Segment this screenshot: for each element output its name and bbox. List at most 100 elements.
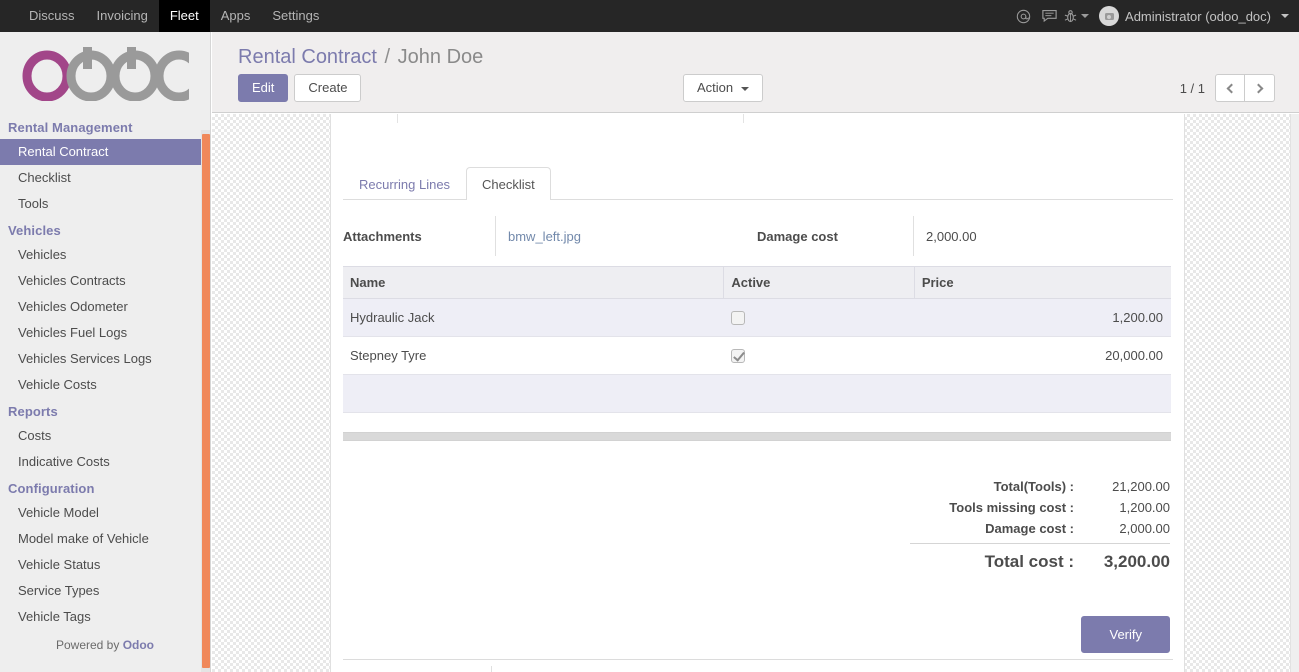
sidebar-item-tools[interactable]: Tools [0, 191, 210, 217]
breadcrumb-separator: / [384, 46, 391, 68]
app-menu-discuss[interactable]: Discuss [18, 0, 86, 32]
pager-buttons [1215, 74, 1275, 102]
damage-cost-value: 2,000.00 [913, 216, 1171, 256]
total-value: 3,200.00 [1103, 552, 1170, 571]
table-scrollbar-thumb[interactable] [343, 433, 1171, 440]
verify-button[interactable]: Verify [1081, 616, 1170, 653]
avatar [1099, 6, 1120, 26]
checklist-table: Name Active Price Hydraulic Jack 1,200.00 St… [343, 266, 1171, 413]
sidebar: Rental Management Rental Contract Checklis… [0, 32, 211, 672]
bug-icon[interactable] [1062, 0, 1091, 32]
form-group-separator [743, 114, 744, 123]
sidebar-item-service-types[interactable]: Service Types [0, 578, 210, 604]
app-menu-list: Discuss Invoicing Fleet Apps Settings [18, 0, 330, 32]
chevron-right-icon [1253, 83, 1263, 93]
breadcrumb-root-link[interactable]: Rental Contract [238, 46, 377, 68]
sidebar-section-reports: Reports [8, 404, 58, 419]
pager-previous-button[interactable] [1215, 74, 1245, 102]
breadcrumb-current: John Doe [397, 46, 484, 68]
column-header-name[interactable]: Name [343, 266, 724, 299]
column-header-price[interactable]: Price [913, 266, 1171, 299]
action-menu: Action [683, 74, 763, 102]
speech-bubble-icon[interactable] [1036, 0, 1062, 32]
checkbox-checked[interactable] [730, 349, 745, 364]
table-header-row: Name Active Price [343, 266, 1171, 299]
tab-recurring-lines[interactable]: Recurring Lines [343, 167, 466, 200]
sidebar-item-costs[interactable]: Costs [0, 423, 210, 449]
cell-name: Hydraulic Jack [343, 298, 724, 337]
damage-cost-label: Damage cost [757, 228, 838, 244]
table-row[interactable]: Hydraulic Jack 1,200.00 [343, 298, 1171, 337]
checkbox-unchecked[interactable] [730, 311, 745, 326]
sidebar-section-vehicles: Vehicles [8, 223, 61, 238]
table-head: Name Active Price [343, 266, 1171, 299]
sidebar-item-vehicle-tags[interactable]: Vehicle Tags [0, 604, 210, 630]
sidebar-item-model-make-of-vehicle[interactable]: Model make of Vehicle [0, 526, 210, 552]
app-menu-settings[interactable]: Settings [261, 0, 330, 32]
totals-panel: Total(Tools) : 21,200.00 Tools missing cos… [910, 476, 1170, 575]
sidebar-item-vehicle-model[interactable]: Vehicle Model [0, 500, 210, 526]
table-body: Hydraulic Jack 1,200.00 Stepney Tyre 20,000… [343, 298, 1171, 413]
sidebar-section-rental-management: Rental Management [8, 120, 133, 135]
main-content: Rental Contract / John Doe Edit Create A… [212, 32, 1299, 672]
user-menu[interactable]: Administrator (odoo_doc) [1091, 6, 1289, 26]
sidebar-item-vehicle-status[interactable]: Vehicle Status [0, 552, 210, 578]
powered-prefix: Powered by [55, 638, 123, 652]
attachment-link[interactable]: bmw_left.jpg [508, 229, 581, 244]
sidebar-item-vehicles-contracts[interactable]: Vehicles Contracts [0, 268, 210, 294]
form-sheet: Recurring Lines Checklist Attachments bmw… [330, 114, 1185, 672]
total-value: 21,200.00 [1112, 479, 1170, 494]
odoo-logo[interactable] [0, 32, 210, 114]
total-label: Damage cost : [985, 521, 1074, 536]
chevron-down-icon [1081, 14, 1090, 18]
sidebar-item-rental-contract[interactable]: Rental Contract [0, 139, 210, 165]
sidebar-item-vehicles-services-logs[interactable]: Vehicles Services Logs [0, 346, 210, 372]
action-dropdown-button[interactable]: Action [683, 74, 763, 102]
form-background: Recurring Lines Checklist Attachments bmw… [212, 114, 1299, 672]
edit-button[interactable]: Edit [238, 74, 289, 102]
form-buttons: Edit Create [238, 74, 362, 102]
table-row[interactable]: Stepney Tyre 20,000.00 [343, 336, 1171, 375]
content-scrollbar[interactable] [1290, 114, 1299, 672]
app-menu-fleet[interactable]: Fleet [158, 0, 210, 32]
form-group-separator [491, 666, 492, 672]
table-horizontal-scrollbar[interactable] [343, 432, 1171, 441]
total-label: Total(Tools) : [993, 479, 1074, 494]
control-panel: Rental Contract / John Doe Edit Create A… [212, 32, 1299, 113]
top-navbar: Discuss Invoicing Fleet Apps Settings Ad… [0, 0, 1299, 32]
sidebar-item-vehicles-odometer[interactable]: Vehicles Odometer [0, 294, 210, 320]
total-row: Total(Tools) : 21,200.00 [910, 476, 1170, 497]
at-icon[interactable] [1010, 0, 1036, 32]
column-header-active[interactable]: Active [723, 266, 915, 299]
total-value: 1,200.00 [1119, 500, 1170, 515]
powered-by-odoo: Powered by Odoo [0, 630, 210, 652]
sidebar-item-vehicle-costs[interactable]: Vehicle Costs [0, 372, 210, 398]
app-menu-invoicing[interactable]: Invoicing [86, 0, 159, 32]
action-label: Action [697, 80, 734, 95]
cell-active [723, 298, 915, 337]
notebook-tabs: Recurring Lines Checklist [343, 166, 1173, 200]
sidebar-item-checklist[interactable]: Checklist [0, 165, 210, 191]
cell-active [723, 336, 915, 375]
sidebar-item-vehicles-fuel-logs[interactable]: Vehicles Fuel Logs [0, 320, 210, 346]
table-row-empty[interactable] [343, 374, 1171, 413]
create-button[interactable]: Create [294, 74, 362, 102]
app-menu-apps[interactable]: Apps [210, 0, 262, 32]
cell-empty [343, 374, 724, 413]
checklist-header-fields: Attachments bmw_left.jpg Damage cost 2,0… [343, 216, 1173, 256]
pager-count: 1 / 1 [1179, 80, 1205, 96]
systray: Administrator (odoo_doc) [1010, 0, 1299, 32]
attachments-value: bmw_left.jpg [495, 216, 757, 256]
total-cost-row: Total cost : 3,200.00 [910, 543, 1170, 575]
sidebar-item-indicative-costs[interactable]: Indicative Costs [0, 449, 210, 475]
cell-price: 1,200.00 [914, 298, 1171, 337]
sidebar-item-vehicles[interactable]: Vehicles [0, 242, 210, 268]
total-row: Tools missing cost : 1,200.00 [910, 497, 1170, 518]
breadcrumb: Rental Contract / John Doe [212, 32, 1299, 69]
cell-empty [723, 374, 915, 413]
cell-name: Stepney Tyre [343, 336, 724, 375]
verify-button-wrapper: Verify [1081, 616, 1170, 653]
tab-checklist[interactable]: Checklist [466, 167, 551, 200]
pager-next-button[interactable] [1245, 74, 1275, 102]
section-divider [343, 659, 1173, 660]
